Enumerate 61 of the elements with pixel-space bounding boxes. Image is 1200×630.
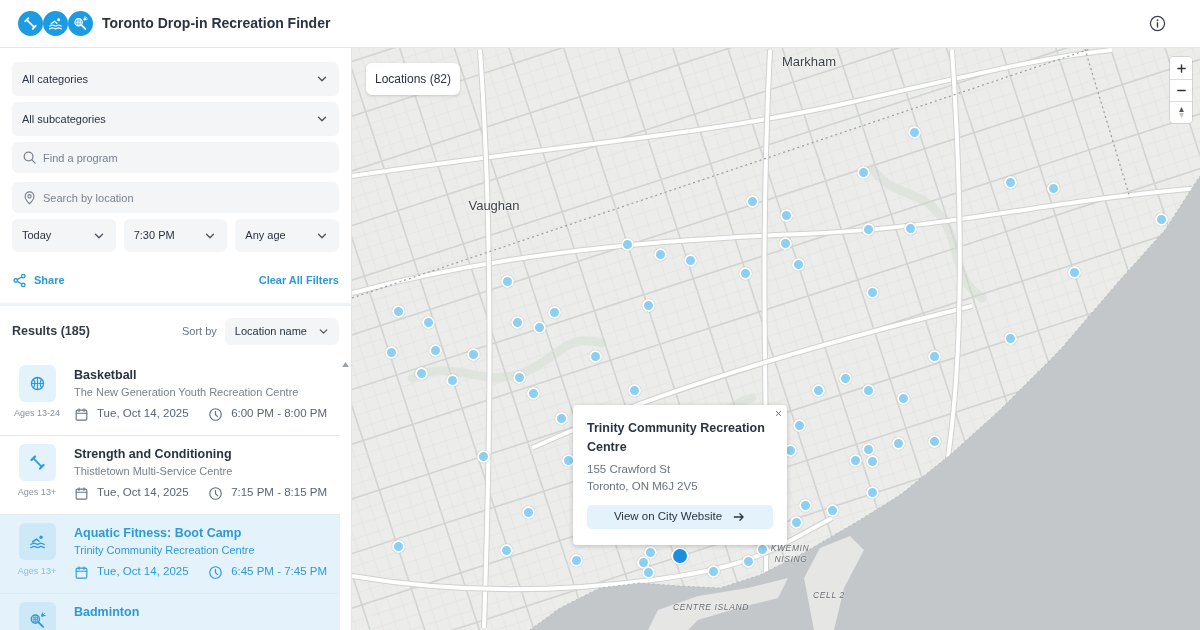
scroll-up-icon[interactable] bbox=[342, 362, 349, 367]
place-label: CENTRE ISLAND bbox=[673, 600, 749, 614]
category-select[interactable]: All categories bbox=[12, 62, 339, 96]
info-icon[interactable] bbox=[1149, 15, 1166, 32]
program-title: Badminton bbox=[74, 604, 141, 621]
program-date: Tue, Oct 14, 2025 bbox=[97, 406, 189, 422]
age-select[interactable]: Any age bbox=[235, 219, 339, 252]
popup-title: Trinity Community Recreation Centre bbox=[587, 420, 766, 456]
age-range: Ages 13+ bbox=[17, 486, 57, 499]
program-time: 7:15 PM - 8:15 PM bbox=[231, 485, 327, 501]
swimmer-icon bbox=[18, 523, 56, 560]
basketball-icon bbox=[18, 365, 56, 402]
locations-count: Locations (82) bbox=[366, 63, 461, 95]
plus-icon bbox=[1175, 62, 1187, 74]
calendar-icon bbox=[74, 406, 89, 422]
racquet-icon bbox=[68, 11, 93, 36]
place-label: NISING bbox=[774, 552, 808, 566]
place-label: Markham bbox=[781, 53, 837, 72]
arrow-right-icon bbox=[732, 510, 747, 524]
search-icon bbox=[22, 150, 37, 165]
result-item[interactable]: Ages 13-24 Basketball The New Generation Youth Recreation Centre Tue, Oct 14, 2025 6:00 PM - 8:00 PM bbox=[0, 357, 340, 436]
place-label: KWEMIN bbox=[770, 541, 810, 555]
program-title: Aquatic Fitness: Boot Camp bbox=[74, 525, 243, 542]
calendar-icon bbox=[74, 485, 89, 501]
share-icon bbox=[12, 272, 27, 288]
program-date: Tue, Oct 14, 2025 bbox=[97, 564, 189, 580]
program-location: Trinity Community Recreation Centre bbox=[74, 543, 256, 558]
program-time: 6:45 PM - 7:45 PM bbox=[231, 564, 327, 580]
program-title: Strength and Conditioning bbox=[74, 446, 233, 463]
program-date: Tue, Oct 14, 2025 bbox=[97, 485, 189, 501]
age-range: Ages 13+ bbox=[17, 565, 57, 578]
sort-label: Sort by bbox=[181, 324, 217, 340]
app-title: Toronto Drop-in Recreation Finder bbox=[102, 14, 331, 33]
sort-select[interactable]: Location name bbox=[224, 318, 339, 345]
compass-button[interactable] bbox=[1170, 101, 1192, 123]
program-search-field[interactable]: Find a program bbox=[12, 142, 339, 173]
place-label: CELL 2 bbox=[813, 588, 845, 602]
clock-icon bbox=[208, 485, 224, 501]
age-range: Ages 13-24 bbox=[13, 407, 60, 420]
program-location: Thistletown Multi-Service Centre bbox=[74, 464, 234, 479]
clock-icon bbox=[208, 406, 224, 422]
calendar-icon bbox=[74, 564, 89, 580]
time-select[interactable]: 7:30 PM bbox=[123, 219, 228, 252]
location-pin-icon bbox=[22, 190, 37, 205]
dumbbell-icon bbox=[18, 444, 56, 481]
day-select[interactable]: Today bbox=[12, 219, 116, 252]
subcategory-select[interactable]: All subcategories bbox=[12, 102, 339, 136]
location-search-field[interactable]: Search by location bbox=[12, 182, 339, 213]
program-time: 6:00 PM - 8:00 PM bbox=[231, 406, 327, 422]
close-icon[interactable] bbox=[775, 410, 782, 417]
dumbbell-icon bbox=[18, 11, 43, 36]
clock-icon bbox=[208, 564, 224, 580]
results-count: Results (185) bbox=[12, 323, 90, 341]
popup-address: 155 Crawford St bbox=[587, 462, 672, 477]
racquet-icon bbox=[18, 602, 56, 630]
popup-address: Toronto, ON M6J 2V5 bbox=[587, 479, 699, 494]
program-title: Basketball bbox=[74, 367, 138, 384]
place-label: Vaughan bbox=[468, 197, 520, 216]
swimmer-icon bbox=[43, 11, 68, 36]
program-location: The New Generation Youth Recreation Centre bbox=[74, 385, 300, 400]
city-website-button[interactable]: View on City Website bbox=[587, 505, 773, 529]
